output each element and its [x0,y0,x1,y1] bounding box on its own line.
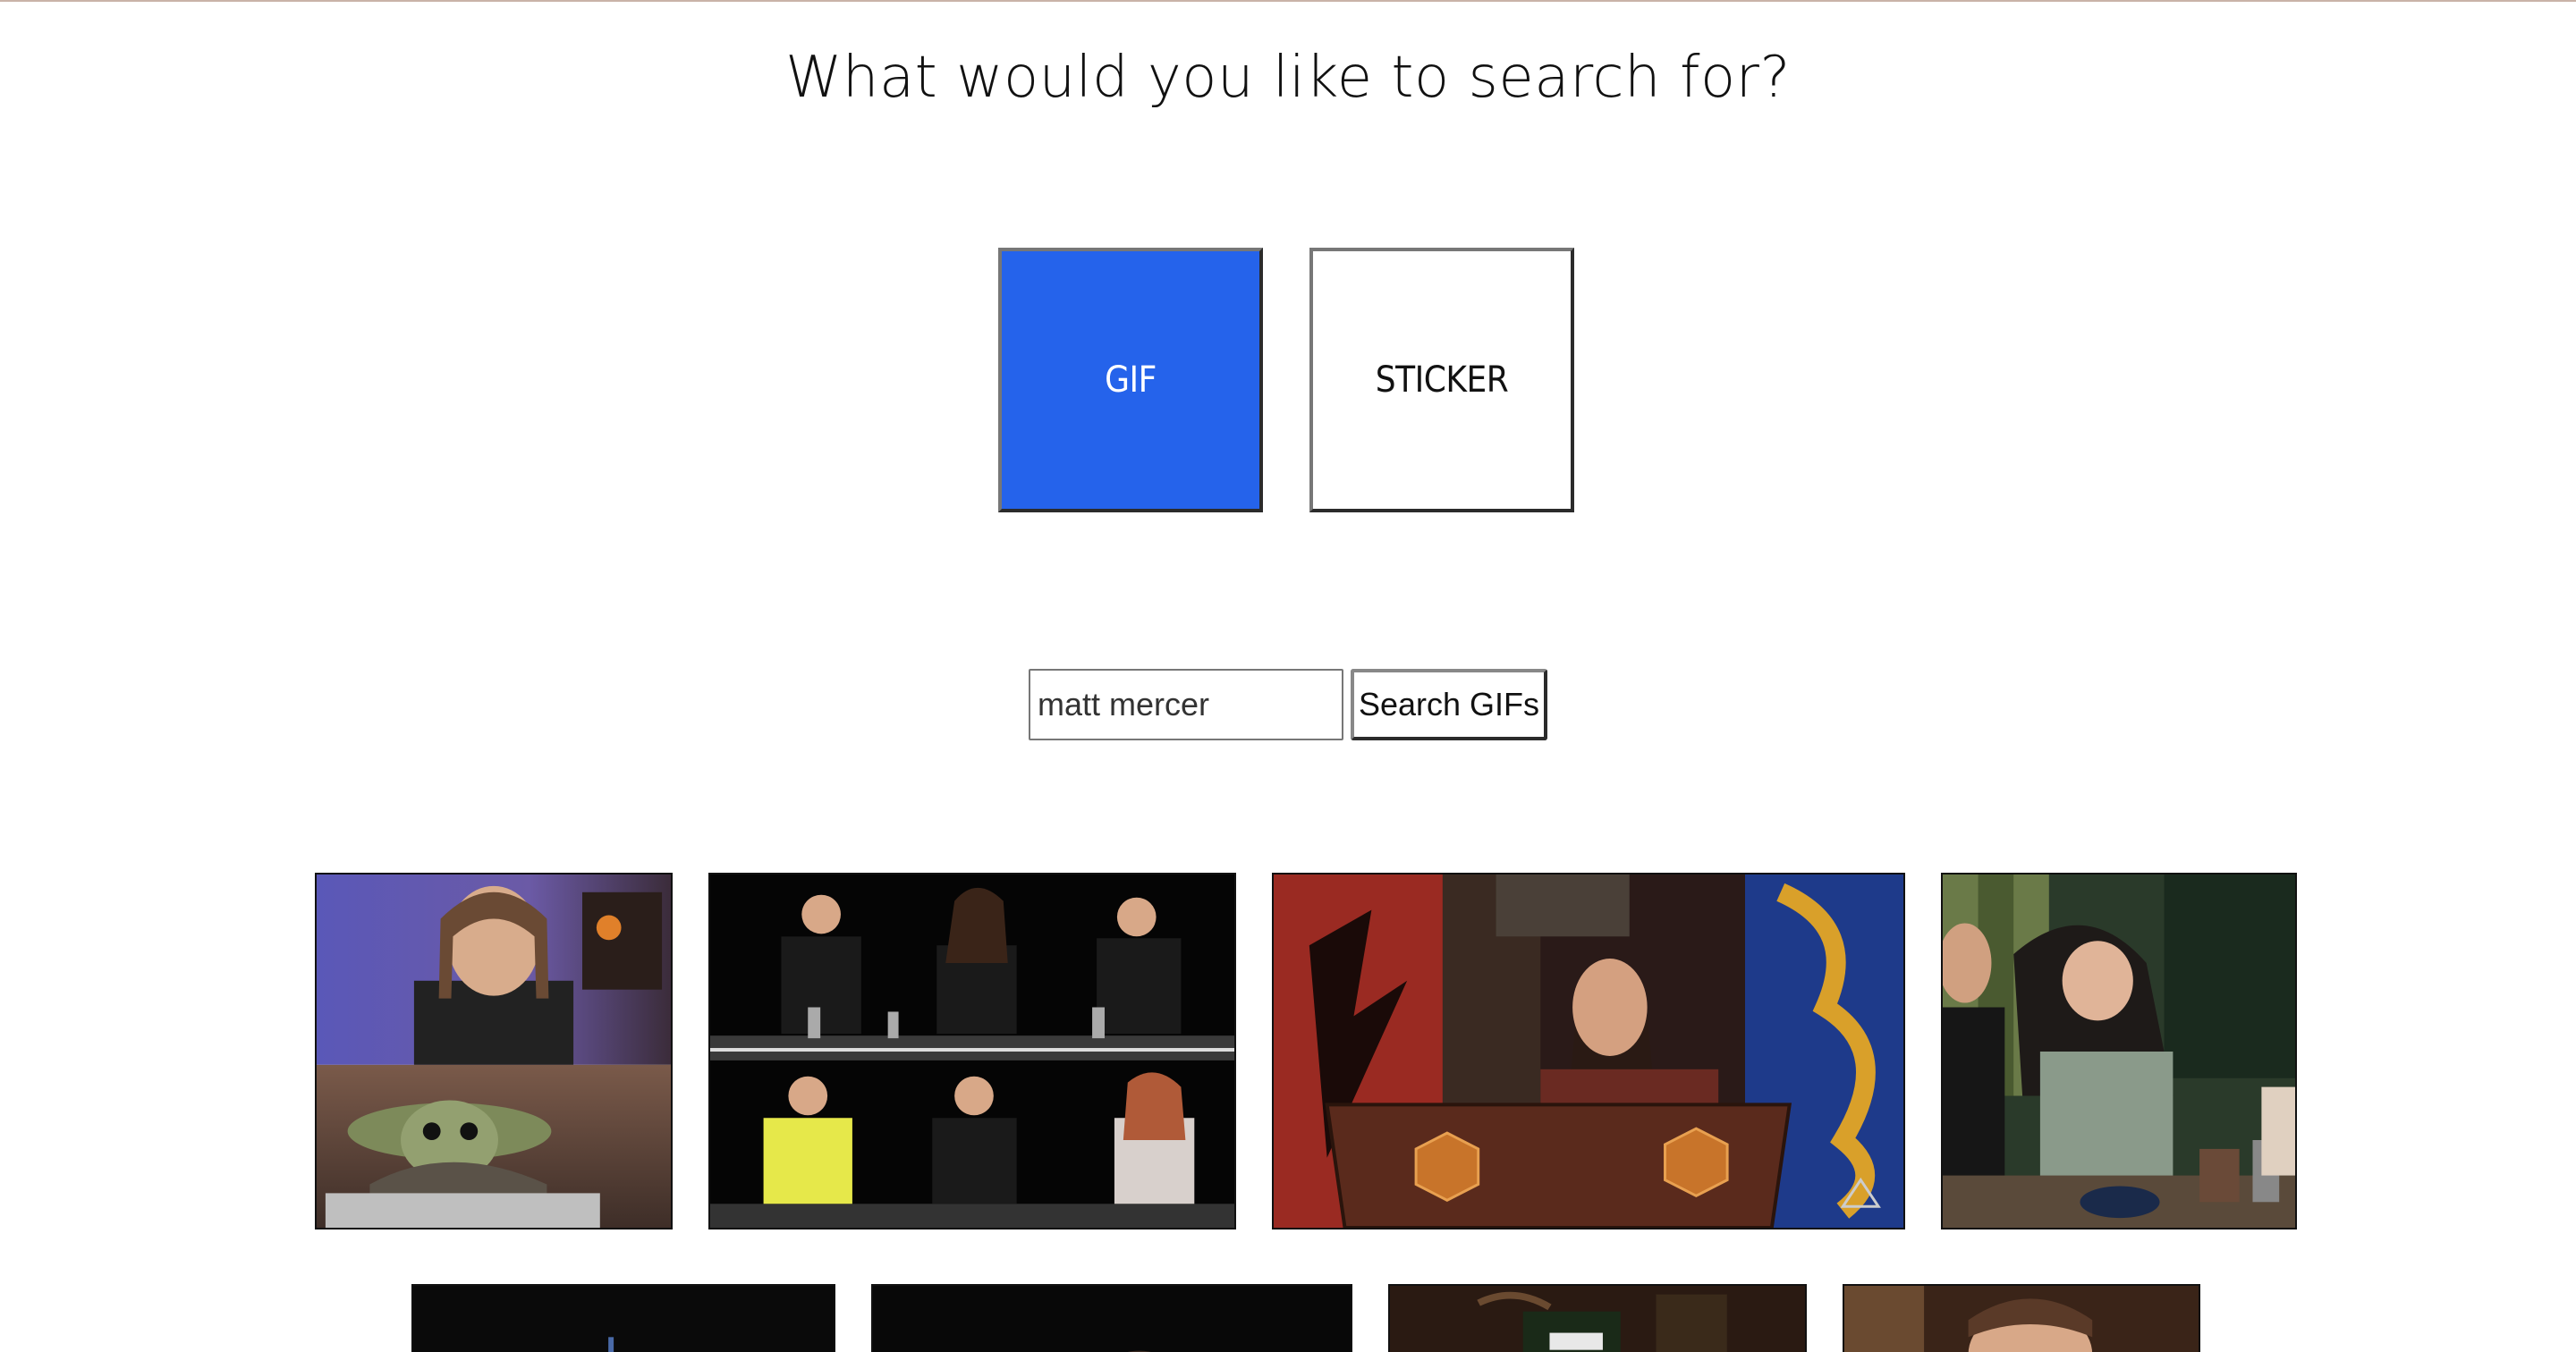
gif-result-tile[interactable] [1843,1284,2200,1352]
gif-result-tile[interactable] [315,873,673,1229]
gif-thumbnail-dark [873,1286,1351,1352]
search-input[interactable] [1029,669,1343,740]
gif-result-tile[interactable] [1941,873,2297,1229]
gif-thumbnail-panel-at-table [710,875,1234,1228]
gif-thumbnail-man-and-baby-yoda [317,875,671,1228]
sticker-type-button[interactable]: STICKER [1309,248,1574,512]
search-gifs-button[interactable]: Search GIFs [1351,669,1547,740]
gif-result-tile[interactable] [1388,1284,1807,1352]
page-title: What would you like to search for? [785,45,1791,111]
gif-thumbnail-dungeon-master-screen [1274,875,1903,1228]
gif-type-button[interactable]: GIF [998,248,1263,512]
gif-result-tile[interactable] [871,1284,1352,1352]
gif-thumbnail-woman-laughing [1943,875,2295,1228]
gif-type-label: GIF [1105,359,1157,401]
gif-result-tile[interactable] [411,1284,835,1352]
gif-result-tile[interactable] [1272,873,1905,1229]
sticker-type-label: STICKER [1375,359,1509,401]
gif-thumbnail-dark [413,1286,834,1352]
gif-result-tile[interactable] [708,873,1236,1229]
gif-thumbnail-costume-scene [1390,1286,1805,1352]
gif-thumbnail-man-closeup [1844,1286,2199,1352]
top-divider [0,0,2576,2]
